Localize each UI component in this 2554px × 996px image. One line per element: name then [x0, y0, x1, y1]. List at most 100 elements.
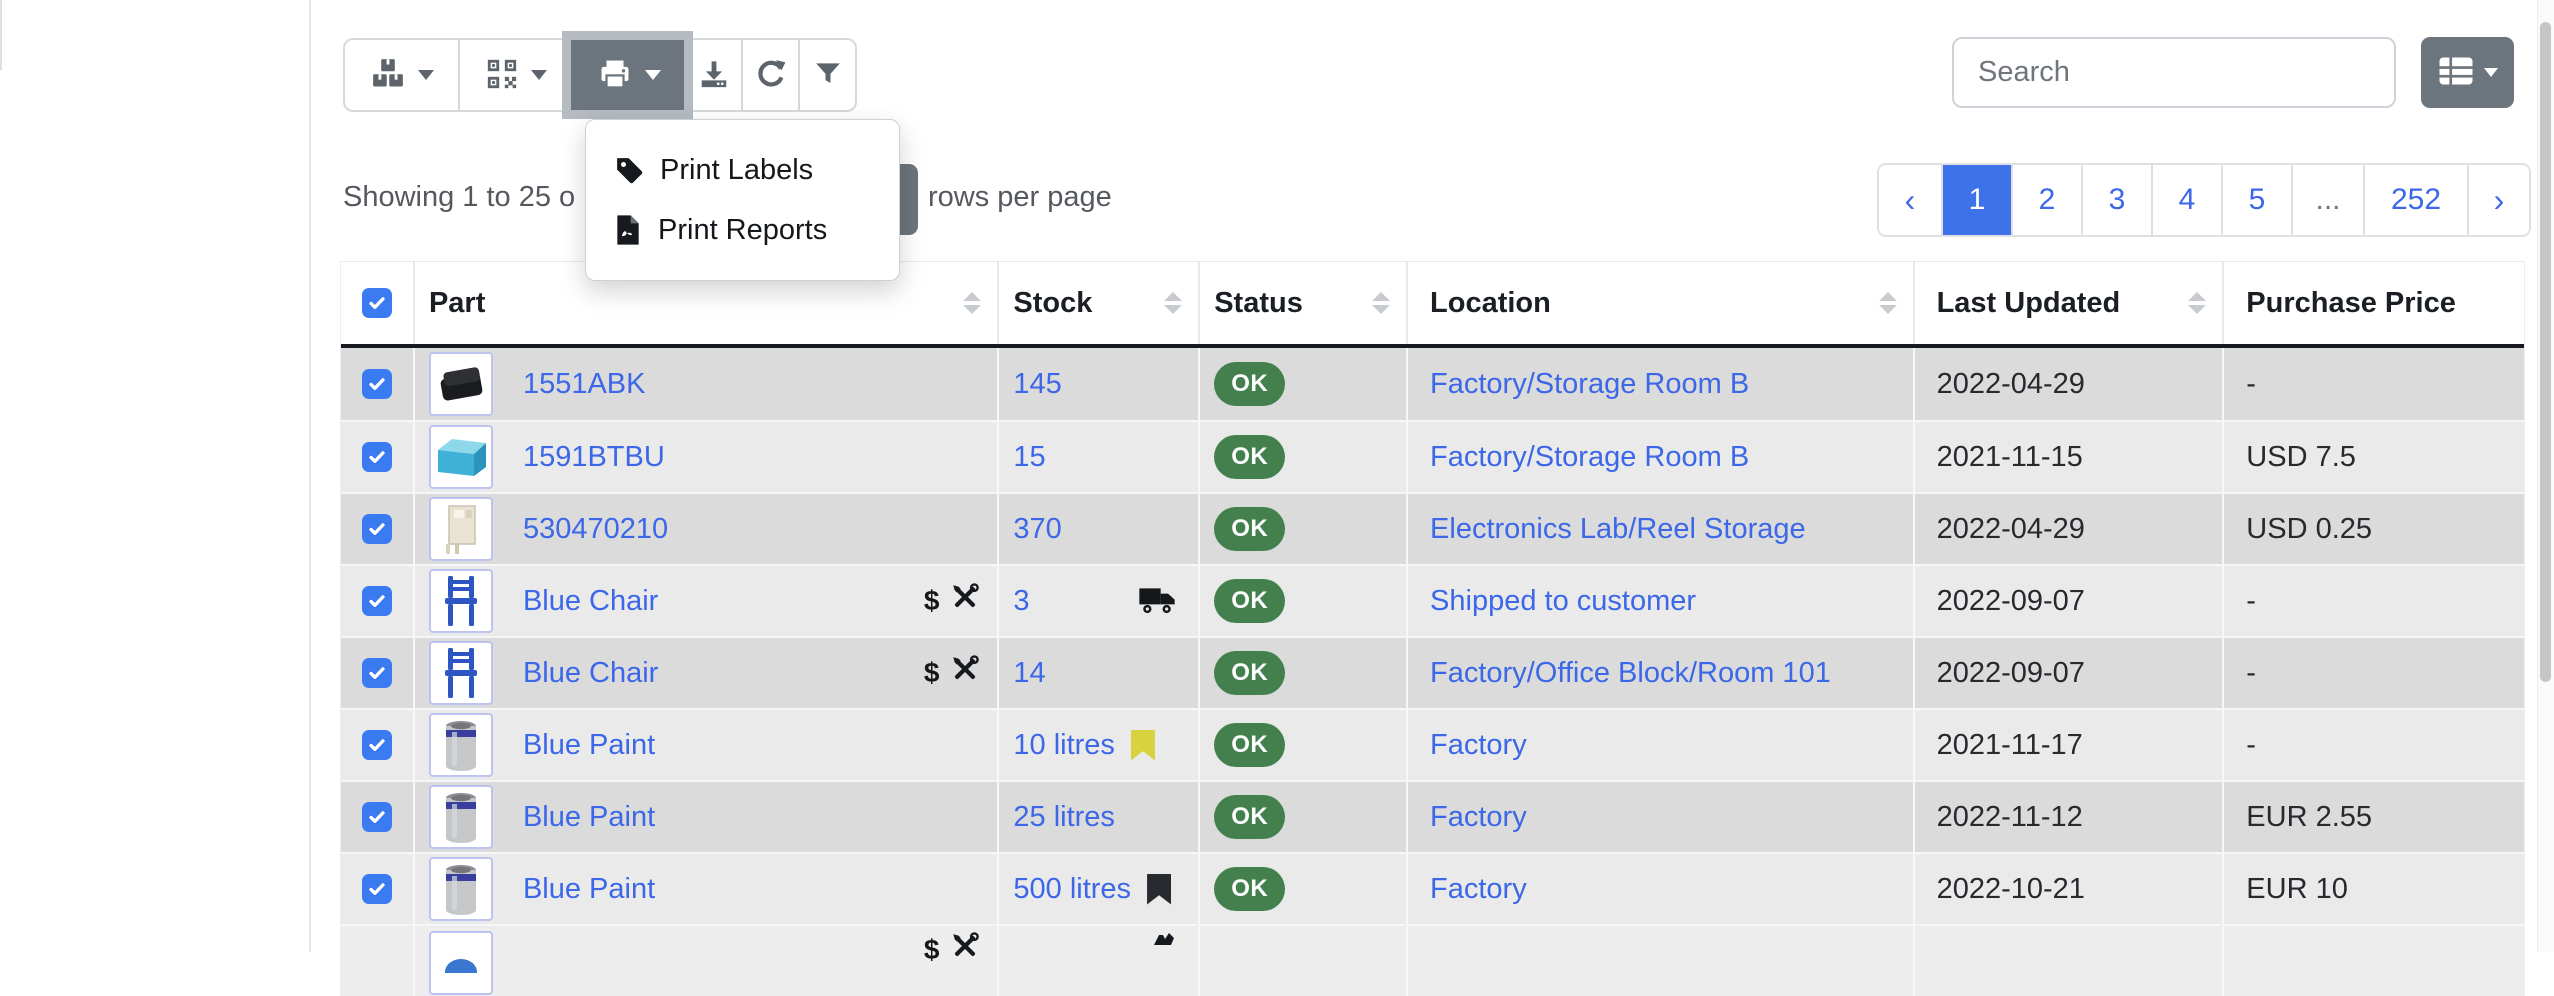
location-cell: Factory	[1408, 782, 1915, 852]
table-row[interactable]: 1591BTBU15OKFactory/Storage Room B2021-1…	[341, 420, 2524, 492]
search-input[interactable]	[1952, 37, 2396, 108]
table-row[interactable]: Blue Chair$3OKShipped to customer2022-09…	[341, 564, 2524, 636]
column-header-check	[341, 262, 415, 344]
table-row[interactable]: Blue Paint10 litresOKFactory2021-11-17-	[341, 708, 2524, 780]
location-link[interactable]: Shipped to customer	[1430, 585, 1696, 618]
row-checkbox[interactable]	[362, 802, 392, 832]
page-5-button[interactable]: 5	[2221, 165, 2291, 235]
page-252-button[interactable]: 252	[2363, 165, 2467, 235]
chevron-down-icon	[2484, 68, 2498, 77]
part-link[interactable]: Blue Chair	[523, 585, 658, 618]
purchase-price-cell	[2224, 926, 2524, 996]
stock-link[interactable]: 14	[1013, 657, 1045, 690]
table-row[interactable]: $	[341, 924, 2524, 996]
column-header-status[interactable]: Status	[1200, 262, 1408, 344]
part-link[interactable]: Blue Paint	[523, 873, 655, 906]
table-row[interactable]: Blue Chair$14OKFactory/Office Block/Room…	[341, 636, 2524, 708]
page-next-button[interactable]: ›	[2467, 165, 2529, 235]
stock-link[interactable]: 145	[1013, 368, 1061, 401]
dollar-icon: $	[924, 933, 940, 967]
page-3-button[interactable]: 3	[2081, 165, 2151, 235]
scrollbar-thumb[interactable]	[2540, 22, 2551, 682]
menu-item-print-reports[interactable]: Print Reports	[586, 200, 899, 260]
location-link[interactable]: Factory	[1430, 801, 1527, 834]
filter-button[interactable]	[798, 40, 855, 110]
row-checkbox[interactable]	[362, 658, 392, 688]
sort-arrows-icon[interactable]	[1164, 292, 1182, 314]
part-cell: 1591BTBU	[415, 422, 999, 492]
stock-actions-button[interactable]	[345, 40, 458, 110]
part-link[interactable]: 1551ABK	[523, 368, 646, 401]
row-select-cell	[341, 710, 415, 780]
stock-link[interactable]: 10 litres	[1013, 729, 1115, 762]
location-link[interactable]: Factory/Storage Room B	[1430, 368, 1749, 401]
part-link[interactable]: Blue Paint	[523, 801, 655, 834]
stock-link[interactable]: 370	[1013, 513, 1061, 546]
column-header-updated[interactable]: Last Updated	[1915, 262, 2225, 344]
column-label: Location	[1430, 287, 1551, 320]
table-row[interactable]: Blue Paint25 litresOKFactory2022-11-12EU…	[341, 780, 2524, 852]
download-icon	[698, 58, 730, 93]
location-link[interactable]: Factory/Office Block/Room 101	[1430, 657, 1831, 690]
row-checkbox[interactable]	[362, 730, 392, 760]
refresh-button[interactable]	[741, 40, 798, 110]
sort-arrows-icon[interactable]	[1879, 292, 1897, 314]
status-cell: OK	[1200, 566, 1408, 636]
page-2-button[interactable]: 2	[2011, 165, 2081, 235]
part-link[interactable]: Blue Paint	[523, 729, 655, 762]
chevron-down-icon	[645, 70, 661, 80]
location-link[interactable]: Electronics Lab/Reel Storage	[1430, 513, 1806, 546]
status-cell: OK	[1200, 782, 1408, 852]
location-link[interactable]: Factory	[1430, 729, 1527, 762]
sort-arrows-icon[interactable]	[2188, 292, 2206, 314]
row-checkbox[interactable]	[362, 514, 392, 544]
part-cell: Blue Paint	[415, 710, 999, 780]
location-cell: Electronics Lab/Reel Storage	[1408, 494, 1915, 564]
purchase-price-cell: EUR 10	[2224, 854, 2524, 924]
table-row[interactable]: 530470210370OKElectronics Lab/Reel Stora…	[341, 492, 2524, 564]
stock-cell	[999, 926, 1200, 996]
location-link[interactable]: Factory/Storage Room B	[1430, 441, 1749, 474]
column-select-button[interactable]	[2421, 37, 2514, 108]
row-checkbox[interactable]	[362, 586, 392, 616]
print-actions-menu: Print Labels Print Reports	[585, 119, 900, 281]
select-all-checkbox[interactable]	[362, 288, 392, 318]
part-link[interactable]: 530470210	[523, 513, 668, 546]
part-thumbnail	[429, 641, 493, 705]
barcode-actions-button[interactable]	[458, 40, 571, 110]
column-header-location[interactable]: Location	[1408, 262, 1915, 344]
page-prev-button[interactable]: ‹	[1879, 165, 1941, 235]
row-checkbox[interactable]	[362, 369, 392, 399]
table-row[interactable]: 1551ABK145OKFactory/Storage Room B2022-0…	[341, 348, 2524, 420]
location-link[interactable]: Factory	[1430, 873, 1527, 906]
location-cell: Factory/Storage Room B	[1408, 422, 1915, 492]
part-thumbnail	[429, 497, 493, 561]
page-4-button[interactable]: 4	[2151, 165, 2221, 235]
export-download-button[interactable]	[684, 40, 741, 110]
column-header-stock[interactable]: Stock	[999, 262, 1200, 344]
column-header-price[interactable]: Purchase Price	[2224, 262, 2524, 344]
part-link[interactable]: 1591BTBU	[523, 441, 665, 474]
menu-item-print-labels[interactable]: Print Labels	[586, 140, 899, 200]
location-cell: Shipped to customer	[1408, 566, 1915, 636]
print-actions-button[interactable]	[571, 40, 684, 110]
part-cell: 530470210	[415, 494, 999, 564]
row-select-cell	[341, 926, 415, 996]
sort-arrows-icon[interactable]	[1372, 292, 1390, 314]
row-checkbox[interactable]	[362, 874, 392, 904]
sort-arrows-icon[interactable]	[963, 292, 981, 314]
location-cell: Factory	[1408, 854, 1915, 924]
stock-link[interactable]: 15	[1013, 441, 1045, 474]
row-checkbox[interactable]	[362, 442, 392, 472]
location-cell: Factory/Office Block/Room 101	[1408, 638, 1915, 708]
page-1-button[interactable]: 1	[1941, 165, 2011, 235]
truck-icon	[1138, 587, 1178, 615]
stock-link[interactable]: 3	[1013, 585, 1029, 618]
part-link[interactable]: Blue Chair	[523, 657, 658, 690]
bookmark-icon	[1147, 874, 1171, 905]
pdf-file-icon	[614, 214, 642, 246]
table-row[interactable]: Blue Paint500 litresOKFactory2022-10-21E…	[341, 852, 2524, 924]
pagination-detail: Showing 1 to 25 o	[343, 181, 575, 214]
stock-link[interactable]: 500 litres	[1013, 873, 1131, 906]
stock-link[interactable]: 25 litres	[1013, 801, 1115, 834]
